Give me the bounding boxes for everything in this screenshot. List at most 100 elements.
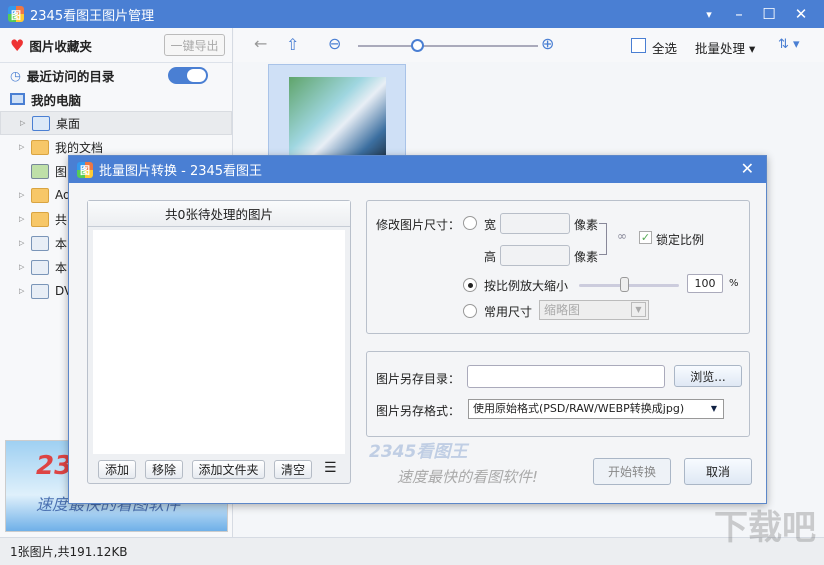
- recent-label: 最近访问的目录: [26, 68, 115, 84]
- zoom-slider[interactable]: [358, 45, 538, 47]
- zoom-out-icon[interactable]: ⊖: [328, 34, 341, 53]
- zoom-in-icon[interactable]: ⊕: [541, 34, 554, 53]
- select-all-checkbox[interactable]: [631, 38, 646, 53]
- preset-label: 常用尺寸: [484, 305, 533, 319]
- scale-input[interactable]: 100: [687, 274, 723, 293]
- dialog-title: 批量图片转换 - 2345看图王: [99, 164, 263, 179]
- scale-slider-handle[interactable]: [620, 277, 629, 292]
- dialog-close-button[interactable]: ✕: [741, 159, 754, 178]
- browse-button[interactable]: 浏览...: [674, 365, 742, 387]
- expand-icon[interactable]: ▷: [19, 287, 31, 295]
- add-button[interactable]: 添加: [98, 460, 136, 479]
- save-group: 图片另存目录： 浏览... 图片另存格式： 使用原始格式(PSD/RAW/WEB…: [366, 351, 750, 437]
- resize-label: 修改图片尺寸：: [376, 218, 461, 232]
- expand-icon[interactable]: ▷: [19, 215, 31, 223]
- height-label: 高: [484, 250, 497, 264]
- heart-icon: ♥: [10, 35, 25, 55]
- scale-radio[interactable]: [463, 278, 477, 292]
- chevron-down-icon[interactable]: ▼: [631, 302, 646, 317]
- image-thumbnail[interactable]: [268, 64, 406, 165]
- width-input[interactable]: [500, 213, 570, 234]
- resize-custom-radio[interactable]: [463, 216, 477, 230]
- brand-logo: 2345看图王: [369, 442, 468, 462]
- folder-icon: [31, 211, 49, 227]
- folder-icon: [31, 187, 49, 203]
- app-icon: 图: [77, 161, 93, 178]
- height-input[interactable]: [500, 245, 570, 266]
- zoom-slider-handle[interactable]: [411, 39, 424, 52]
- add-folder-button[interactable]: 添加文件夹: [192, 460, 265, 479]
- maximize-button[interactable]: ☐: [754, 0, 784, 28]
- list-body[interactable]: [93, 230, 345, 454]
- picture-icon: [31, 163, 49, 179]
- expand-icon[interactable]: ▷: [19, 191, 31, 199]
- cancel-button[interactable]: 取消: [684, 458, 752, 485]
- width-label: 宽: [484, 218, 497, 232]
- title-bar: 图 2345看图王图片管理 ▾ – ☐ ✕: [0, 0, 824, 28]
- clock-icon: ◷: [10, 67, 21, 83]
- clear-button[interactable]: 清空: [274, 460, 312, 479]
- chain-link-icon[interactable]: ∞: [617, 229, 627, 243]
- tree-label: 图: [55, 164, 68, 179]
- percent-label: %: [729, 278, 739, 289]
- preset-select[interactable]: 缩略图 ▼: [539, 300, 649, 320]
- preset-value: 缩略图: [544, 303, 581, 317]
- start-convert-button[interactable]: 开始转换: [593, 458, 671, 485]
- list-header: 共0张待处理的图片: [88, 201, 350, 227]
- computer-icon: [10, 93, 25, 105]
- sort-button[interactable]: ⇅ ▾: [778, 37, 800, 52]
- expand-icon[interactable]: ▷: [20, 119, 32, 127]
- expand-icon[interactable]: ▷: [19, 239, 31, 247]
- upload-icon[interactable]: ⇧: [286, 35, 299, 54]
- chevron-down-icon[interactable]: ▼: [711, 400, 717, 418]
- app-title: 2345看图王图片管理: [30, 8, 155, 24]
- app-icon: 图: [8, 6, 24, 22]
- save-format-select[interactable]: 使用原始格式(PSD/RAW/WEBP转换成jpg) ▼: [468, 399, 724, 419]
- my-computer[interactable]: 我的电脑: [0, 87, 232, 111]
- close-button[interactable]: ✕: [786, 0, 816, 28]
- brand-slogan: 速度最快的看图软件!: [397, 468, 539, 486]
- back-icon[interactable]: ←: [254, 34, 267, 53]
- height-unit: 像素: [574, 250, 599, 264]
- link-bracket: [599, 223, 607, 255]
- tree-item-desktop[interactable]: ▷ 桌面: [0, 111, 232, 135]
- pending-image-list: 共0张待处理的图片 添加 移除 添加文件夹 清空 ☰: [87, 200, 351, 484]
- select-all-label[interactable]: 全选: [652, 38, 677, 57]
- thumbnail-image: [289, 77, 386, 165]
- save-format-value: 使用原始格式(PSD/RAW/WEBP转换成jpg): [473, 402, 685, 415]
- export-button[interactable]: 一键导出: [164, 34, 225, 56]
- favorites-label: 图片收藏夹: [29, 38, 92, 54]
- drive-icon: [31, 259, 49, 275]
- batch-convert-dialog: 图 批量图片转换 - 2345看图王 ✕ 共0张待处理的图片 添加 移除 添加文…: [68, 155, 767, 504]
- resize-group: 修改图片尺寸： 宽 像素 高 像素 ∞ ✓ 锁定比例 按比例放大缩小 100 %…: [366, 200, 750, 334]
- scale-label: 按比例放大缩小: [484, 279, 569, 293]
- scale-slider[interactable]: [579, 284, 679, 287]
- tree-label: 桌面: [56, 116, 81, 131]
- preset-radio[interactable]: [463, 304, 477, 318]
- save-dir-label: 图片另存目录：: [376, 372, 461, 386]
- remove-button[interactable]: 移除: [145, 460, 183, 479]
- menu-dropdown-button[interactable]: ▾: [694, 0, 724, 28]
- batch-process-button[interactable]: 批量处理 ▾: [695, 38, 755, 57]
- width-unit: 像素: [574, 218, 599, 232]
- recent-toggle[interactable]: [168, 67, 208, 84]
- banner-logo: 23: [36, 451, 73, 481]
- expand-icon[interactable]: ▷: [19, 263, 31, 271]
- minimize-button[interactable]: –: [724, 0, 754, 28]
- folder-icon: [31, 139, 49, 155]
- expand-icon[interactable]: ▷: [19, 143, 31, 151]
- status-bar: 1张图片,共191.12KB: [0, 537, 824, 565]
- tree-label: 共: [55, 212, 68, 227]
- dialog-title-bar: 图 批量图片转换 - 2345看图王: [69, 156, 766, 183]
- drive-icon: [31, 283, 49, 299]
- drive-icon: [31, 235, 49, 251]
- desktop-icon: [32, 115, 50, 131]
- list-menu-icon[interactable]: ☰: [324, 460, 337, 476]
- save-dir-input[interactable]: [467, 365, 665, 388]
- watermark: 下载吧: [714, 508, 816, 548]
- tree-label: 我的文档: [55, 140, 104, 155]
- computer-label: 我的电脑: [31, 92, 82, 108]
- lock-ratio-checkbox[interactable]: ✓: [639, 231, 652, 244]
- lock-ratio-label: 锁定比例: [656, 233, 705, 247]
- tree-label: 本: [55, 260, 68, 275]
